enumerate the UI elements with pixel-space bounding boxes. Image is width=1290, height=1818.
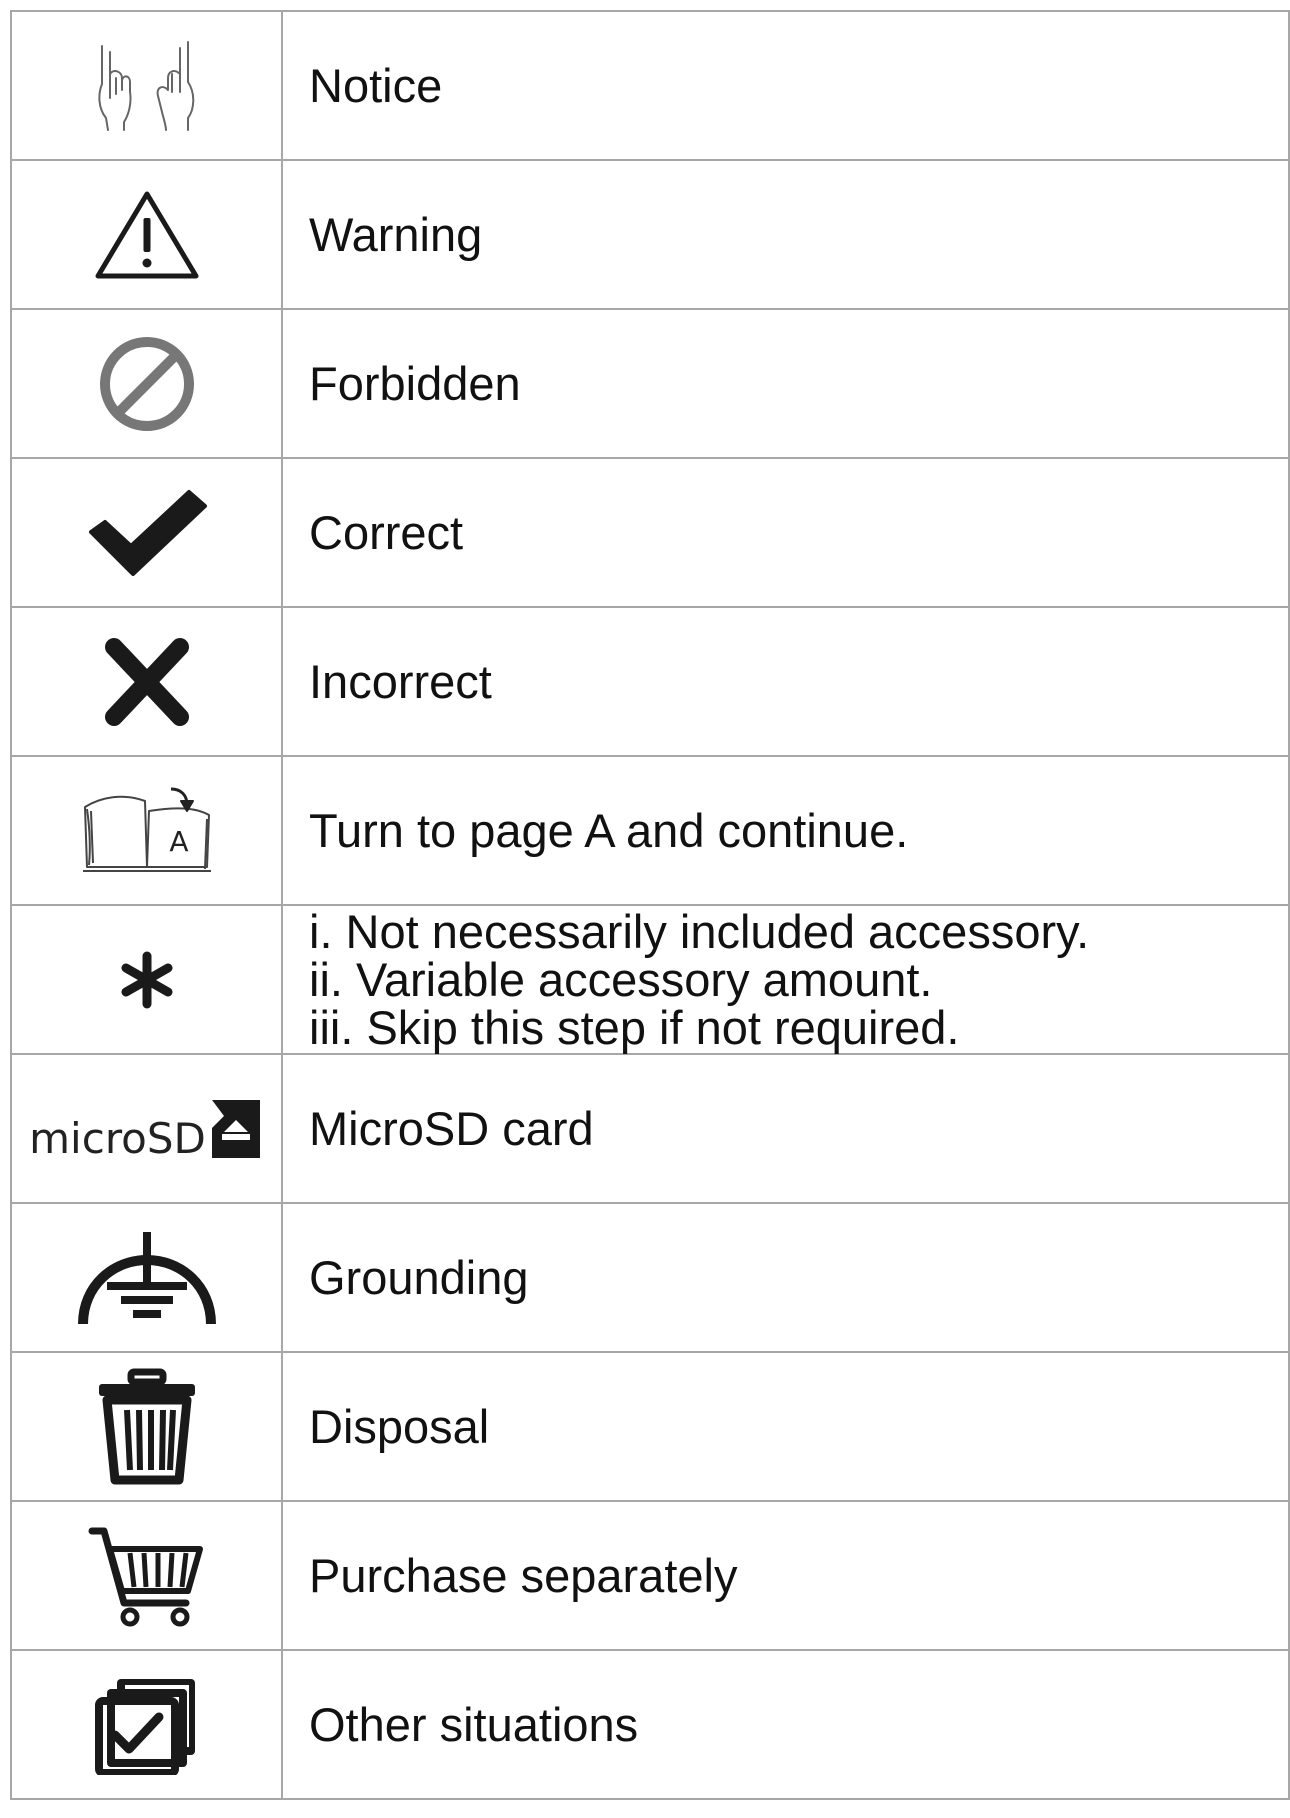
icon-cell xyxy=(10,1351,283,1502)
icon-cell xyxy=(10,904,283,1055)
table-row: microSD MicroSD card xyxy=(10,1053,1290,1204)
row-label: Correct xyxy=(281,457,1290,608)
hands-pointing-icon xyxy=(92,38,202,134)
note-line: ii. Variable accessory amount. xyxy=(309,952,933,1006)
table-row: Warning xyxy=(10,159,1290,310)
book-page-letter: A xyxy=(169,825,188,858)
warning-triangle-icon xyxy=(94,190,200,280)
row-label: Grounding xyxy=(281,1202,1290,1353)
prohibited-circle-icon xyxy=(97,334,197,434)
icon-cell xyxy=(10,457,283,608)
grounding-icon xyxy=(77,1228,217,1328)
table-row: i. Not necessarily included accessory. i… xyxy=(10,904,1290,1055)
icon-cell xyxy=(10,1500,283,1651)
row-label: MicroSD card xyxy=(281,1053,1290,1204)
row-label: Notice xyxy=(281,10,1290,161)
open-book-page-a-icon: A xyxy=(79,783,215,879)
checkmark-icon xyxy=(85,488,209,578)
row-label: Forbidden xyxy=(281,308,1290,459)
table-row: Grounding xyxy=(10,1202,1290,1353)
table-row: Forbidden xyxy=(10,308,1290,459)
microsd-card-icon: microSD xyxy=(29,1098,264,1160)
table-row: Correct xyxy=(10,457,1290,608)
note-line: i. Not necessarily included accessory. xyxy=(309,904,1090,958)
row-label: Other situations xyxy=(281,1649,1290,1800)
stacked-checkbox-icon xyxy=(94,1675,199,1775)
table-row: Notice xyxy=(10,10,1290,161)
icon-cell xyxy=(10,10,283,161)
shopping-cart-icon xyxy=(88,1525,206,1627)
icon-cell xyxy=(10,1649,283,1800)
note-lines: i. Not necessarily included accessory. i… xyxy=(309,904,1288,1054)
note-line: iii. Skip this step if not required. xyxy=(309,1000,960,1054)
row-label: Turn to page A and continue. xyxy=(281,755,1290,906)
cross-x-icon xyxy=(102,635,192,729)
row-label: Purchase separately xyxy=(281,1500,1290,1651)
symbol-legend-table: Notice Warning Forbidden Correct Incorre… xyxy=(10,10,1290,1800)
table-row: Other situations xyxy=(10,1649,1290,1800)
table-row: Incorrect xyxy=(10,606,1290,757)
table-row: Purchase separately xyxy=(10,1500,1290,1651)
row-label: Incorrect xyxy=(281,606,1290,757)
table-row: Disposal xyxy=(10,1351,1290,1502)
row-label-multiline: i. Not necessarily included accessory. i… xyxy=(281,904,1290,1055)
icon-cell xyxy=(10,1202,283,1353)
icon-cell xyxy=(10,308,283,459)
table-row: A Turn to page A and continue. xyxy=(10,755,1290,906)
icon-cell: microSD xyxy=(10,1053,283,1204)
row-label: Warning xyxy=(281,159,1290,310)
trash-bin-icon xyxy=(95,1368,199,1486)
microsd-logo-text: microSD xyxy=(29,1113,206,1163)
row-label: Disposal xyxy=(281,1351,1290,1502)
asterisk-icon xyxy=(117,950,177,1010)
icon-cell xyxy=(10,159,283,310)
icon-cell xyxy=(10,606,283,757)
icon-cell: A xyxy=(10,755,283,906)
